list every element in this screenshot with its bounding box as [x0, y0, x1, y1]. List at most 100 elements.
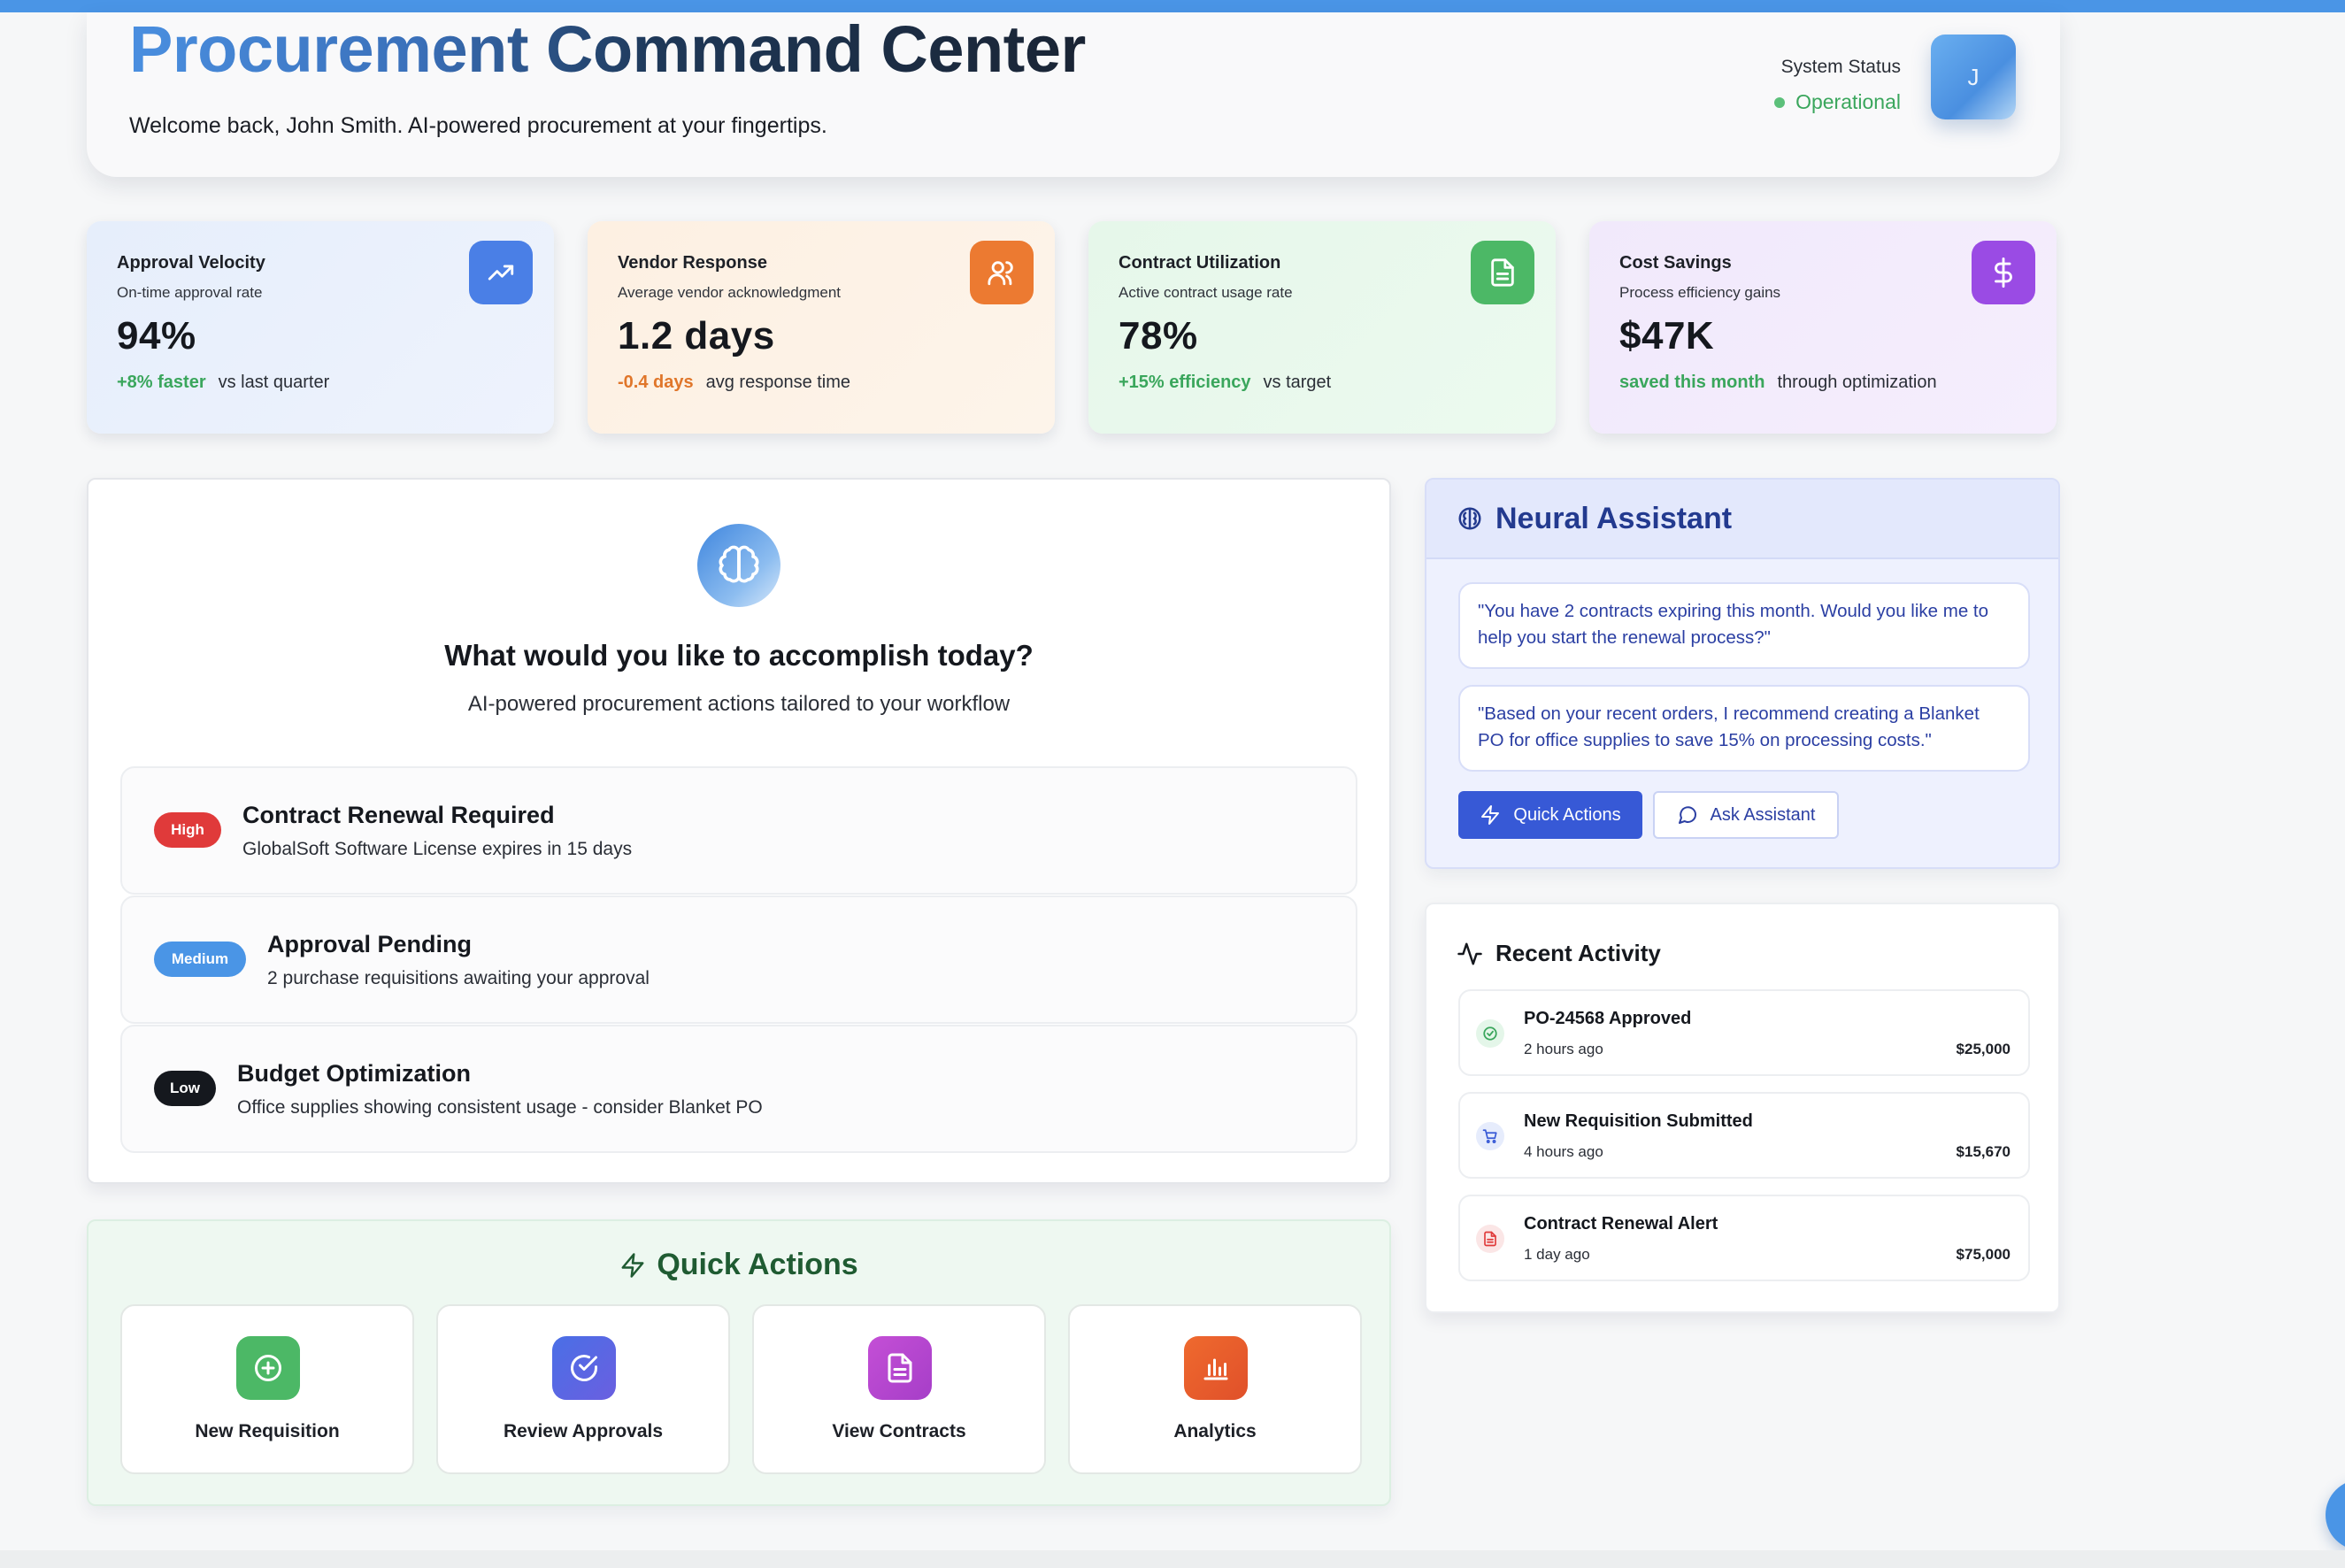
- metric-note: vs last quarter: [218, 373, 330, 392]
- metric-delta: +15% efficiency: [1119, 373, 1251, 392]
- activity-amount: $15,670: [1956, 1143, 2011, 1160]
- brain-icon: [697, 524, 780, 607]
- recent-activity-panel: Recent Activity PO-24568 Approved 2 hour…: [1425, 903, 2060, 1313]
- metric-delta: +8% faster: [117, 373, 206, 392]
- metric-subtitle: Process efficiency gains: [1619, 284, 1781, 301]
- activity-item[interactable]: Contract Renewal Alert 1 day ago $75,000: [1458, 1195, 2030, 1281]
- user-avatar[interactable]: J: [1931, 35, 2016, 119]
- cart-icon: [1476, 1122, 1504, 1150]
- metric-note: through optimization: [1777, 373, 1937, 392]
- task-title: Contract Renewal Required: [242, 802, 555, 828]
- activity-item[interactable]: PO-24568 Approved 2 hours ago $25,000: [1458, 989, 2030, 1076]
- activity-time: 2 hours ago: [1524, 1041, 1603, 1057]
- activity-time: 1 day ago: [1524, 1246, 1590, 1263]
- metric-footer: saved this month through optimization: [1619, 373, 2026, 393]
- metric-note: avg response time: [705, 373, 851, 392]
- neural-assistant-panel: Neural Assistant "You have 2 contracts e…: [1425, 478, 2060, 869]
- assistant-message: "You have 2 contracts expiring this mont…: [1458, 582, 2030, 669]
- quick-action-analytics[interactable]: Analytics: [1068, 1304, 1362, 1474]
- activity-time: 4 hours ago: [1524, 1143, 1603, 1160]
- document-icon: [1471, 241, 1534, 304]
- activity-amount: $25,000: [1956, 1041, 2011, 1057]
- assistant-title: Neural Assistant: [1495, 501, 1733, 535]
- priority-badge-medium: Medium: [154, 942, 246, 977]
- quick-action-label: Review Approvals: [503, 1421, 664, 1441]
- quick-action-review-approvals[interactable]: Review Approvals: [436, 1304, 730, 1474]
- metric-value: 94%: [117, 314, 196, 357]
- metric-card-contract-utilization: Contract Utilization Active contract usa…: [1088, 221, 1556, 434]
- metric-title: Approval Velocity: [117, 253, 265, 273]
- metric-subtitle: On-time approval rate: [117, 284, 263, 301]
- priority-badge-high: High: [154, 812, 221, 848]
- system-status-label: System Status: [1780, 57, 1901, 77]
- metric-card-vendor-response: Vendor Response Average vendor acknowled…: [588, 221, 1055, 434]
- metric-subtitle: Active contract usage rate: [1119, 284, 1293, 301]
- page-title: Procurement Command Center: [129, 12, 1086, 86]
- chat-bubble-icon: [1678, 806, 1696, 824]
- metric-value: 78%: [1119, 314, 1198, 357]
- assistant-message: "Based on your recent orders, I recommen…: [1458, 685, 2030, 772]
- task-card-contract-renewal[interactable]: High Contract Renewal Required GlobalSof…: [120, 766, 1357, 895]
- check-circle-icon: [552, 1336, 616, 1400]
- recent-activity-heading: Recent Activity: [1457, 940, 1661, 967]
- top-accent-bar: [0, 0, 2345, 12]
- quick-action-view-contracts[interactable]: View Contracts: [752, 1304, 1046, 1474]
- metric-note: vs target: [1263, 373, 1332, 392]
- brain-icon: [1458, 507, 1481, 530]
- quick-actions-heading: Quick Actions: [88, 1248, 1389, 1282]
- activity-amount: $75,000: [1956, 1246, 2011, 1263]
- quick-actions-panel: Quick Actions New Requisition Review App…: [87, 1219, 1391, 1506]
- status-dot-icon: [1774, 96, 1786, 108]
- lightning-icon: [621, 1252, 644, 1278]
- trending-up-icon: [469, 241, 533, 304]
- floating-chat-button[interactable]: [2326, 1480, 2345, 1550]
- metric-delta: saved this month: [1619, 373, 1765, 392]
- task-card-budget-optimization[interactable]: Low Budget Optimization Office supplies …: [120, 1025, 1357, 1153]
- priority-badge-low: Low: [154, 1071, 216, 1106]
- system-status-value: Operational: [1774, 90, 1901, 114]
- users-icon: [970, 241, 1034, 304]
- accomplish-title: What would you like to accomplish today?: [444, 639, 1034, 672]
- metric-title: Contract Utilization: [1119, 253, 1281, 273]
- metric-value: 1.2 days: [618, 314, 775, 357]
- metric-footer: -0.4 days avg response time: [618, 373, 1025, 393]
- accomplish-subtitle: AI-powered procurement actions tailored …: [467, 692, 1011, 716]
- task-title: Budget Optimization: [237, 1060, 471, 1087]
- activity-title: New Requisition Submitted: [1524, 1111, 1753, 1131]
- activity-title: Contract Renewal Alert: [1524, 1214, 1718, 1234]
- activity-title: PO-24568 Approved: [1524, 1009, 1692, 1028]
- metric-value: $47K: [1619, 314, 1715, 357]
- task-description: GlobalSoft Software License expires in 1…: [242, 839, 633, 859]
- pulse-icon: [1457, 942, 1482, 965]
- assistant-quick-actions-button[interactable]: Quick Actions: [1458, 791, 1642, 839]
- bar-chart-icon: [1184, 1336, 1248, 1400]
- quick-action-label: View Contracts: [832, 1421, 966, 1441]
- plus-circle-icon: [236, 1336, 300, 1400]
- metric-card-cost-savings: Cost Savings Process efficiency gains $4…: [1589, 221, 2057, 434]
- metric-title: Cost Savings: [1619, 253, 1732, 273]
- quick-action-label: New Requisition: [195, 1421, 340, 1441]
- accomplish-panel: What would you like to accomplish today?…: [87, 478, 1391, 1184]
- check-icon: [1476, 1019, 1504, 1048]
- document-icon: [868, 1336, 932, 1400]
- metric-subtitle: Average vendor acknowledgment: [618, 284, 842, 301]
- welcome-message: Welcome back, John Smith. AI-powered pro…: [129, 113, 827, 138]
- metric-footer: +8% faster vs last quarter: [117, 373, 524, 393]
- metric-title: Vendor Response: [618, 253, 767, 273]
- quick-action-label: Analytics: [1173, 1421, 1257, 1441]
- metric-delta: -0.4 days: [618, 373, 694, 392]
- task-card-approval-pending[interactable]: Medium Approval Pending 2 purchase requi…: [120, 895, 1357, 1024]
- page-header: Procurement Command Center Welcome back,…: [87, 12, 2060, 177]
- bottom-edge: [0, 1550, 2345, 1568]
- task-description: 2 purchase requisitions awaiting your ap…: [267, 968, 650, 988]
- metric-card-approval-velocity: Approval Velocity On-time approval rate …: [87, 221, 554, 434]
- ask-assistant-button[interactable]: Ask Assistant: [1653, 791, 1839, 839]
- activity-item[interactable]: New Requisition Submitted 4 hours ago $1…: [1458, 1092, 2030, 1179]
- assistant-header: Neural Assistant: [1426, 480, 2058, 559]
- task-description: Office supplies showing consistent usage…: [237, 1097, 763, 1118]
- lightning-icon: [1481, 805, 1500, 825]
- document-icon: [1476, 1225, 1504, 1253]
- quick-action-new-requisition[interactable]: New Requisition: [120, 1304, 414, 1474]
- dollar-icon: [1972, 241, 2035, 304]
- metric-footer: +15% efficiency vs target: [1119, 373, 1526, 393]
